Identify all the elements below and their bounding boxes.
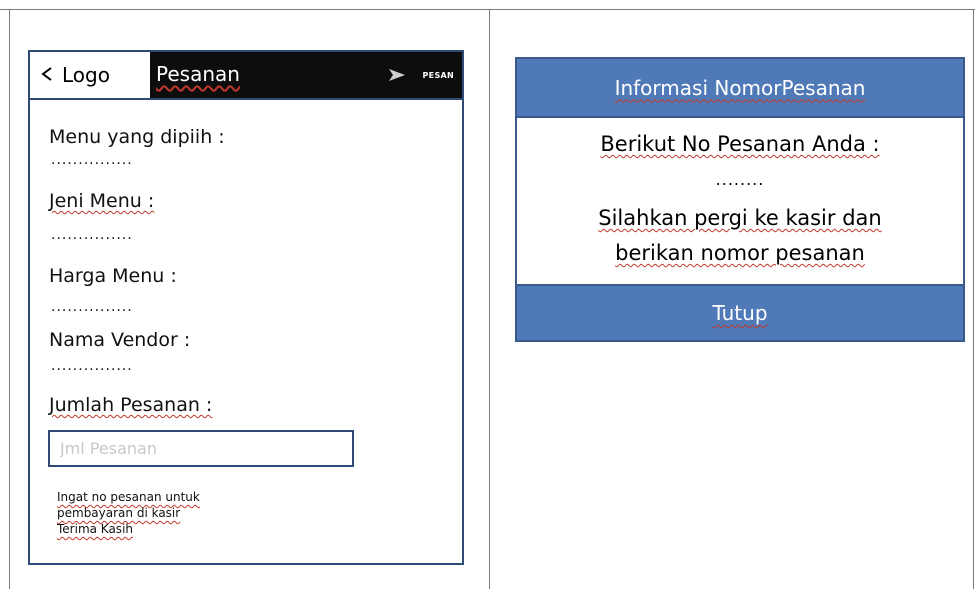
instruction-line-1: Silahkan pergi ke kasir dan <box>598 206 882 230</box>
order-button-label: PESAN <box>422 70 454 80</box>
order-screen: Logo Pesanan PESAN Menu yang dipiih : ..… <box>28 50 464 565</box>
close-button[interactable]: Tutup <box>517 284 963 340</box>
menu-type-label: Jeni Menu : <box>49 190 155 212</box>
send-icon <box>388 66 405 85</box>
payment-note: Ingat no pesanan untuk pembayaran di kas… <box>57 489 200 537</box>
dialog-title: Informasi NomorPesanan <box>614 75 866 100</box>
order-number-value: ........ <box>715 170 765 189</box>
dialog-body: Berikut No Pesanan Anda : ........ Silah… <box>517 118 963 284</box>
vendor-name-value: ............... <box>51 358 133 374</box>
menu-price-label: Harga Menu : <box>49 265 177 287</box>
table-border-top <box>0 9 975 10</box>
page-title: Pesanan <box>156 62 240 86</box>
order-number-intro: Berikut No Pesanan Anda : <box>600 132 880 156</box>
table-border-left <box>9 9 10 589</box>
instruction-line-2: berikan nomor pesanan <box>615 241 865 265</box>
dialog-header: Informasi NomorPesanan <box>517 59 963 118</box>
note-line: Terima Kasih <box>57 522 134 536</box>
order-number-dialog: Informasi NomorPesanan Berikut No Pesana… <box>515 57 965 342</box>
menu-type-value: ............... <box>51 227 133 243</box>
note-line: Ingat no pesanan untuk <box>57 490 200 504</box>
app-bar: Logo Pesanan PESAN <box>30 52 462 100</box>
menu-price-value: ............... <box>51 299 133 315</box>
logo-label: Logo <box>62 63 110 87</box>
menu-selected-label: Menu yang dipiih : <box>49 126 225 148</box>
quantity-label: Jumlah Pesanan : <box>49 394 213 416</box>
table-border-right <box>973 9 974 589</box>
menu-selected-value: ............... <box>51 152 133 168</box>
chevron-left-icon <box>40 63 54 87</box>
vendor-name-label: Nama Vendor : <box>49 329 191 351</box>
order-button[interactable]: PESAN <box>370 52 462 98</box>
table-divider <box>489 9 490 589</box>
quantity-input[interactable] <box>48 430 354 467</box>
back-button[interactable]: Logo <box>30 52 150 98</box>
note-line: pembayaran di kasir <box>57 506 181 520</box>
close-button-label: Tutup <box>712 301 768 325</box>
title-bar: Pesanan PESAN <box>150 52 462 98</box>
